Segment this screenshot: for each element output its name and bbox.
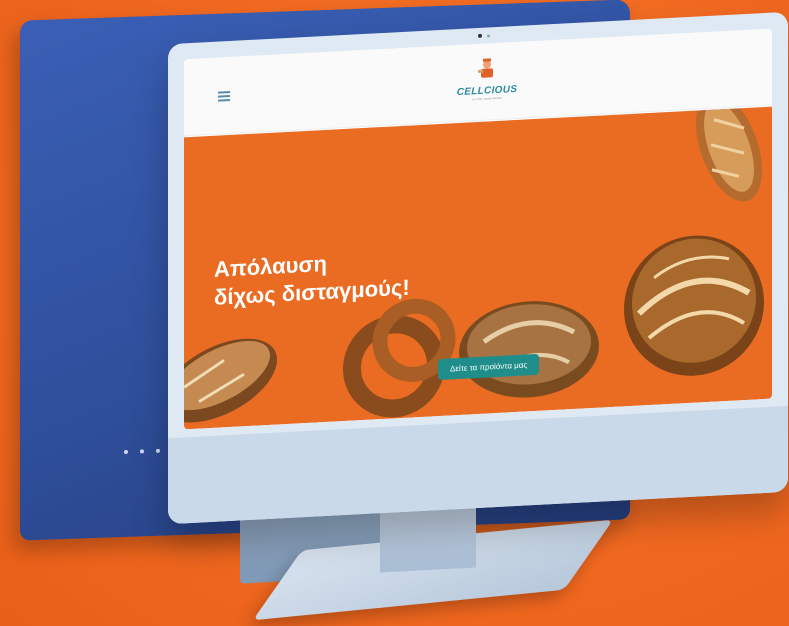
hero-banner: Απόλαυση δίχως δισταγμούς! Δείτε τα προϊ…: [184, 106, 772, 430]
hero-title: Απόλαυση δίχως δισταγμούς!: [214, 246, 410, 312]
screen: CELLCIOUS so cells, many dreams Απόλαυση…: [184, 28, 772, 430]
site-logo[interactable]: CELLCIOUS so cells, many dreams: [442, 55, 532, 116]
sensor-icon: [487, 34, 490, 38]
front-monitor: CELLCIOUS so cells, many dreams Απόλαυση…: [168, 11, 788, 525]
camera-icon: [478, 33, 482, 38]
tall-bread-image: [696, 106, 762, 202]
sesame-bagel-image: [343, 298, 456, 418]
hamburger-icon[interactable]: [218, 90, 230, 102]
baker-icon: [478, 58, 493, 78]
port-dots: [124, 439, 172, 459]
bread-loaf-image: [184, 338, 277, 423]
round-sourdough-image: [624, 235, 764, 376]
seeded-bread-image: [459, 301, 599, 398]
